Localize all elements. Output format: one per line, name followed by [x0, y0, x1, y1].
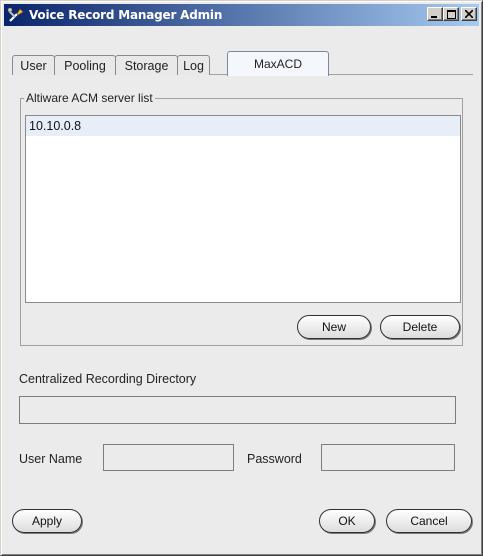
tab-storage[interactable]: Storage	[115, 55, 178, 75]
username-input[interactable]	[103, 444, 234, 471]
recording-directory-label: Centralized Recording Directory	[19, 372, 197, 386]
server-list-legend: Altiware ACM server list	[24, 91, 155, 105]
tab-maxacd[interactable]: MaxACD	[227, 51, 329, 76]
username-label: User Name	[19, 452, 83, 466]
tools-icon	[7, 7, 24, 22]
tab-pooling[interactable]: Pooling	[54, 55, 116, 75]
maximize-icon[interactable]	[443, 7, 459, 21]
tab-log[interactable]: Log	[177, 55, 210, 75]
new-button[interactable]: New	[297, 315, 371, 339]
server-listbox[interactable]: 10.10.0.8	[25, 115, 461, 303]
window-controls	[427, 7, 477, 21]
list-item[interactable]: 10.10.0.8	[26, 116, 460, 136]
delete-button[interactable]: Delete	[380, 315, 460, 339]
close-icon[interactable]	[461, 7, 477, 21]
window-title: Voice Record Manager Admin	[29, 8, 223, 22]
ok-button[interactable]: OK	[319, 509, 375, 533]
apply-button[interactable]: Apply	[12, 509, 82, 533]
cancel-button[interactable]: Cancel	[386, 509, 472, 533]
recording-directory-input[interactable]	[19, 396, 456, 424]
title-bar[interactable]: Voice Record Manager Admin	[4, 4, 479, 26]
password-input[interactable]	[321, 444, 455, 471]
app-window: Voice Record Manager Admin User Pooling …	[0, 0, 483, 556]
tab-user[interactable]: User	[12, 55, 55, 75]
password-label: Password	[247, 452, 302, 466]
minimize-icon[interactable]	[427, 7, 443, 21]
